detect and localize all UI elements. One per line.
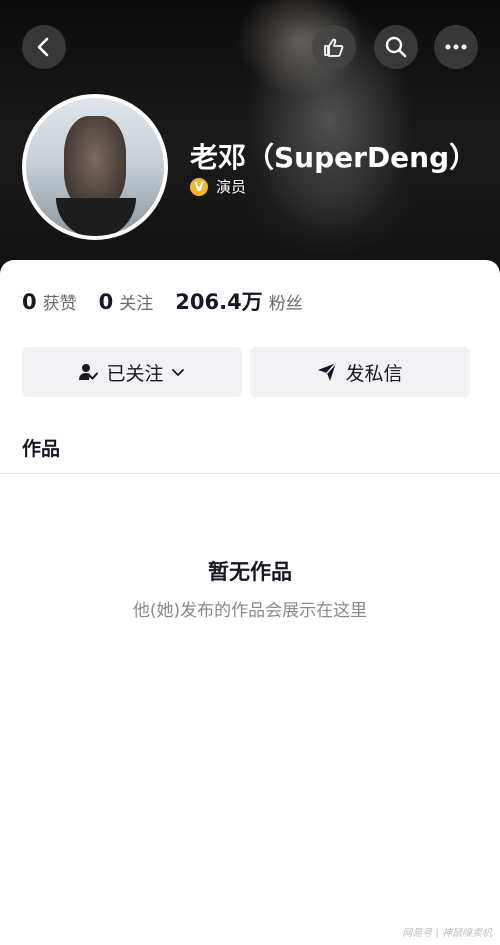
verified-label: 演员 bbox=[216, 178, 247, 196]
more-button[interactable] bbox=[434, 25, 478, 69]
search-button[interactable] bbox=[374, 25, 418, 69]
pointing-hand-icon bbox=[324, 38, 344, 57]
following-button[interactable]: 已关注 bbox=[22, 347, 242, 397]
stat-following[interactable]: 0 关注 bbox=[99, 289, 154, 314]
user-check-icon bbox=[79, 364, 99, 380]
empty-state-subtitle: 他(她)发布的作品会展示在这里 bbox=[132, 601, 368, 621]
tab-works[interactable]: 作品 bbox=[22, 434, 60, 461]
avatar[interactable] bbox=[22, 94, 168, 240]
chevron-left-icon bbox=[37, 37, 49, 57]
following-label: 已关注 bbox=[106, 362, 164, 385]
tab-divider bbox=[0, 473, 500, 474]
stat-following-label: 关注 bbox=[119, 294, 154, 314]
profile-name: 老邓（SuperDeng） bbox=[190, 141, 478, 174]
chevron-down-icon bbox=[171, 369, 184, 376]
avatar-hair bbox=[56, 198, 136, 236]
send-icon bbox=[318, 362, 338, 381]
cover-photo bbox=[220, 70, 440, 290]
stat-following-value: 0 bbox=[98, 290, 114, 314]
watermark: 网易号 | 神鼠嗅卖机 bbox=[402, 928, 492, 939]
empty-state-title: 暂无作品 bbox=[208, 560, 292, 584]
recommend-button[interactable] bbox=[312, 25, 356, 69]
profile-sheet: 0 获赞 0 关注 206.4万 粉丝 已关注 发私信 作品 暂无作品 他(她)… bbox=[0, 260, 500, 945]
stat-followers[interactable]: 206.4万 粉丝 bbox=[175, 286, 302, 316]
stats-row: 0 获赞 0 关注 206.4万 粉丝 bbox=[22, 286, 325, 316]
verified-icon: V bbox=[190, 177, 208, 196]
avatar-face bbox=[64, 116, 126, 210]
message-label: 发私信 bbox=[345, 362, 403, 385]
message-button[interactable]: 发私信 bbox=[250, 347, 470, 397]
verified-row: V 演员 bbox=[190, 176, 246, 197]
stat-likes[interactable]: 0 获赞 bbox=[22, 289, 77, 314]
search-icon bbox=[385, 36, 407, 58]
back-button[interactable] bbox=[22, 25, 66, 69]
more-icon bbox=[445, 44, 467, 50]
stat-likes-value: 0 bbox=[22, 290, 37, 314]
stat-followers-value: 206.4万 bbox=[175, 290, 263, 314]
stat-likes-label: 获赞 bbox=[42, 294, 77, 314]
stat-followers-label: 粉丝 bbox=[268, 294, 303, 314]
